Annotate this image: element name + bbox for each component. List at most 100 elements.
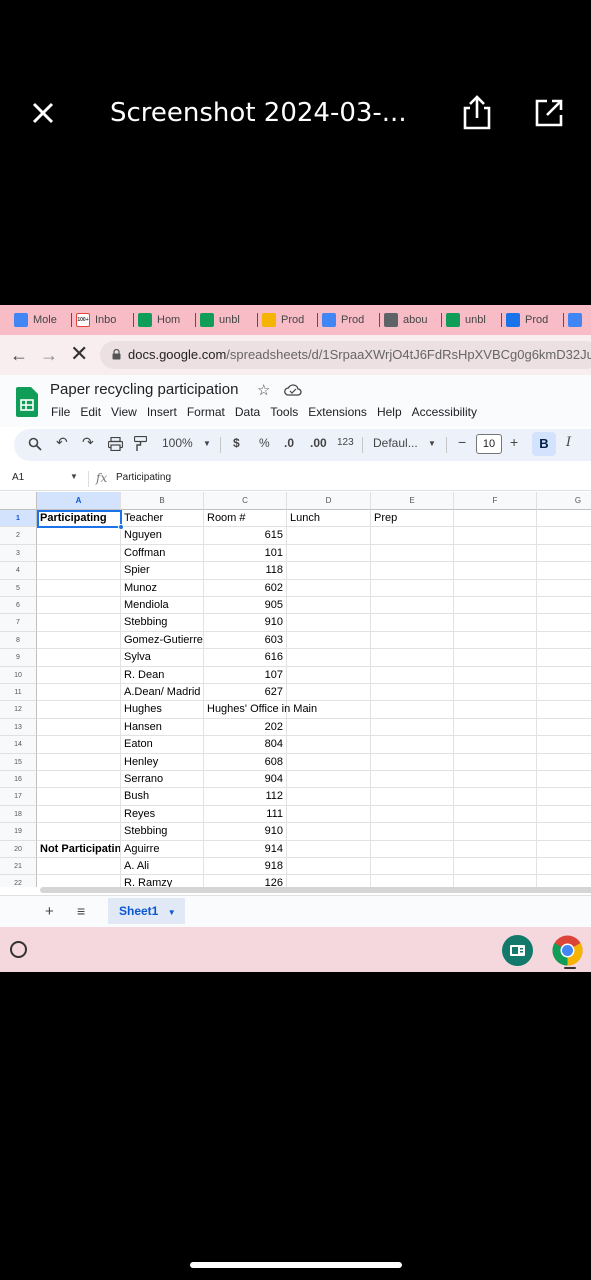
cell-b11[interactable]: A.Dean/ Madrid <box>121 684 204 702</box>
increase-decimal-button[interactable]: .00 <box>310 436 327 450</box>
cell-d19[interactable] <box>287 823 371 841</box>
spreadsheet-grid[interactable]: A B C D E F G 1 Participating Teacher Room # Lunch P… <box>0 492 591 887</box>
cell-a15[interactable] <box>37 753 121 771</box>
row-header[interactable]: 20 <box>0 840 37 858</box>
menu-item-data[interactable]: Data <box>235 405 260 419</box>
cell-d2[interactable] <box>287 527 371 545</box>
percent-format-button[interactable]: % <box>259 436 270 450</box>
print-icon[interactable] <box>108 437 123 451</box>
cell-f1[interactable] <box>454 510 537 528</box>
cell-g3[interactable] <box>537 545 591 563</box>
browser-tab[interactable]: abou <box>384 310 438 330</box>
cell-f12[interactable] <box>454 701 537 719</box>
cell-a5[interactable] <box>37 579 121 597</box>
cell-d15[interactable] <box>287 753 371 771</box>
column-header-g[interactable]: G <box>537 492 591 510</box>
formula-input[interactable]: Participating <box>116 472 171 483</box>
menu-item-file[interactable]: File <box>51 405 70 419</box>
redo-icon[interactable]: ↷ <box>82 434 94 451</box>
cell-e21[interactable] <box>371 858 454 876</box>
cell-b20[interactable]: Aguirre <box>121 840 204 858</box>
cell-c15[interactable]: 608 <box>204 753 287 771</box>
bold-button[interactable]: B <box>532 432 556 456</box>
cell-f15[interactable] <box>454 753 537 771</box>
column-header-f[interactable]: F <box>454 492 537 510</box>
cell-e22[interactable] <box>371 875 454 887</box>
cell-b16[interactable]: Serrano <box>121 771 204 789</box>
cell-c16[interactable]: 904 <box>204 771 287 789</box>
browser-tab[interactable]: Prod <box>506 310 560 330</box>
zoom-select[interactable]: 100% <box>162 436 193 450</box>
cell-g1[interactable] <box>537 510 591 528</box>
url-input[interactable]: docs.google.com/spreadsheets/d/1SrpaaXWr… <box>100 341 591 369</box>
cell-f21[interactable] <box>454 858 537 876</box>
cell-d14[interactable] <box>287 736 371 754</box>
cell-b5[interactable]: Munoz <box>121 579 204 597</box>
cell-e18[interactable] <box>371 805 454 824</box>
cell-d20[interactable] <box>287 840 371 858</box>
row-header[interactable]: 4 <box>0 562 37 580</box>
cell-c3[interactable]: 101 <box>204 544 287 563</box>
cell-c7[interactable]: 910 <box>204 614 287 632</box>
cell-c19[interactable]: 910 <box>204 823 287 841</box>
cell-f6[interactable] <box>454 597 537 615</box>
cell-c13[interactable]: 202 <box>204 718 287 737</box>
cell-b14[interactable]: Eaton <box>121 736 204 754</box>
cell-e17[interactable] <box>371 788 454 806</box>
cell-g18[interactable] <box>537 806 591 824</box>
cell-c5[interactable]: 602 <box>204 579 287 597</box>
cell-g19[interactable] <box>537 823 591 841</box>
cell-f13[interactable] <box>454 718 537 737</box>
cell-a22[interactable] <box>37 875 121 887</box>
cell-e10[interactable] <box>371 666 454 684</box>
cell-c4[interactable]: 118 <box>204 562 287 580</box>
browser-tab[interactable]: Prod <box>262 310 314 330</box>
row-header[interactable]: 14 <box>0 736 37 754</box>
cell-a2[interactable] <box>37 527 121 545</box>
row-header[interactable]: 1 <box>0 510 37 528</box>
cell-g21[interactable] <box>537 858 591 876</box>
row-header[interactable]: 13 <box>0 718 37 737</box>
cell-d18[interactable] <box>287 805 371 824</box>
forward-arrow-icon[interactable]: → <box>40 345 58 366</box>
column-header-c[interactable]: C <box>204 492 287 510</box>
column-header-d[interactable]: D <box>287 492 371 510</box>
chrome-icon[interactable] <box>552 935 583 966</box>
open-external-icon[interactable] <box>532 96 566 130</box>
browser-tab[interactable]: Prod <box>322 310 376 330</box>
browser-tab[interactable]: 100+ Inbo <box>76 310 130 330</box>
cell-g12[interactable] <box>537 701 591 719</box>
cell-e2[interactable] <box>371 527 454 545</box>
cell-a21[interactable] <box>37 858 121 876</box>
cell-d6[interactable] <box>287 597 371 615</box>
currency-format-button[interactable]: $ <box>233 436 240 450</box>
cell-e19[interactable] <box>371 823 454 841</box>
cell-a18[interactable] <box>37 805 121 824</box>
cell-g5[interactable] <box>537 580 591 597</box>
decrease-font-size-button[interactable]: − <box>458 434 466 450</box>
chevron-down-icon[interactable]: ▼ <box>168 908 176 917</box>
row-header[interactable]: 7 <box>0 614 37 632</box>
row-header[interactable]: 15 <box>0 753 37 771</box>
cell-e8[interactable] <box>371 631 454 650</box>
browser-tab[interactable]: Hom <box>138 310 192 330</box>
add-sheet-button[interactable]: + <box>45 903 54 920</box>
cell-b8[interactable]: Gomez-Gutierre: <box>121 631 204 650</box>
row-header[interactable]: 18 <box>0 805 37 824</box>
cell-c12[interactable]: Hughes' Office in Main <box>204 701 317 719</box>
cell-b3[interactable]: Coffman <box>121 544 204 563</box>
cell-a13[interactable] <box>37 718 121 737</box>
cell-d17[interactable] <box>287 788 371 806</box>
cell-f20[interactable] <box>454 840 537 858</box>
cell-f7[interactable] <box>454 614 537 632</box>
row-header[interactable]: 3 <box>0 544 37 563</box>
cell-a17[interactable] <box>37 788 121 806</box>
cell-b9[interactable]: Sylva <box>121 649 204 667</box>
cell-b19[interactable]: Stebbing <box>121 823 204 841</box>
row-header[interactable]: 10 <box>0 666 37 684</box>
cell-a6[interactable] <box>37 597 121 615</box>
cell-g14[interactable] <box>537 736 591 754</box>
cell-e9[interactable] <box>371 649 454 667</box>
fill-handle[interactable] <box>118 524 124 530</box>
name-box[interactable]: A1 <box>12 472 24 483</box>
